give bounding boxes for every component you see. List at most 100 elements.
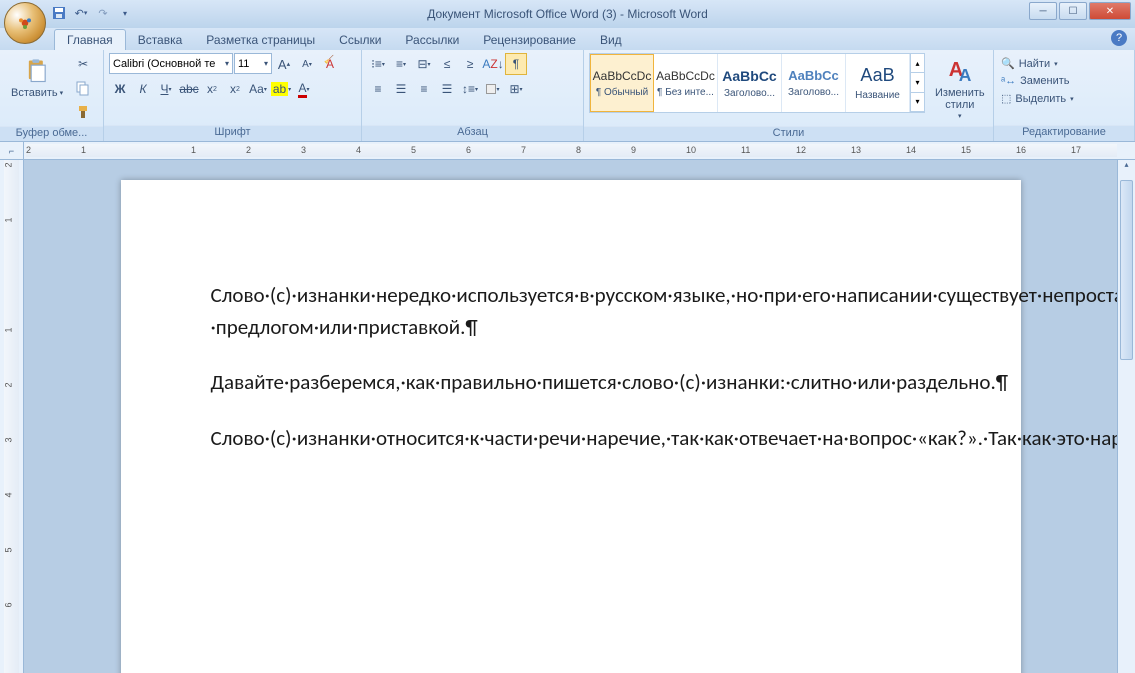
quick-access-toolbar: ↶▾ ↷ ▾ <box>50 4 134 22</box>
ruler-area: ⌐ 211234567891011121314151617 <box>0 142 1135 160</box>
ribbon: Вставить▾ ✂ Буфер обме... Calibri (Основ… <box>0 50 1135 142</box>
page-viewport[interactable]: Слово·(с)·изнанки·нередко·используется·в… <box>24 160 1117 673</box>
group-clipboard: Вставить▾ ✂ Буфер обме... <box>0 50 104 141</box>
style-heading1[interactable]: AaBbCc Заголово... <box>718 54 782 112</box>
ruler-corner[interactable]: ⌐ <box>0 142 24 159</box>
justify-button[interactable]: ☰ <box>436 78 458 100</box>
group-editing: 🔍Найти▾ ᵃ↔Заменить ⬚Выделить▾ Редактиров… <box>994 50 1135 141</box>
gallery-spinner: ▴ ▾ ▾ <box>910 54 924 112</box>
paste-label: Вставить <box>11 87 58 99</box>
strike-button[interactable]: abc <box>178 78 200 100</box>
show-marks-button[interactable]: ¶ <box>505 53 527 75</box>
office-logo-icon <box>17 15 33 31</box>
align-center-button[interactable]: ☰ <box>390 78 412 100</box>
clipboard-label: Буфер обме... <box>0 126 103 141</box>
multilevel-button[interactable]: ⊟▾ <box>413 53 435 75</box>
align-right-button[interactable]: ≡ <box>413 78 435 100</box>
font-group-label: Шрифт <box>104 125 361 141</box>
highlight-button[interactable]: ab▾ <box>270 78 292 100</box>
save-button[interactable] <box>50 4 68 22</box>
tab-references[interactable]: Ссылки <box>327 30 393 50</box>
redo-button[interactable]: ↷ <box>94 4 112 22</box>
style-title[interactable]: АаВ Название <box>846 54 910 112</box>
font-color-button[interactable]: A▾ <box>293 78 315 100</box>
paragraph-2[interactable]: Давайте·разберемся,·как·правильно·пишетс… <box>211 367 931 399</box>
editing-group-label: Редактирование <box>994 125 1134 141</box>
select-icon: ⬚ <box>1001 92 1011 105</box>
increase-indent-button[interactable]: ≥ <box>459 53 481 75</box>
tab-home[interactable]: Главная <box>54 29 126 50</box>
svg-text:A: A <box>959 65 972 85</box>
help-button[interactable]: ? <box>1111 30 1127 46</box>
style-heading2[interactable]: AaBbCc Заголово... <box>782 54 846 112</box>
minimize-button[interactable]: ─ <box>1029 2 1057 20</box>
bullets-button[interactable]: ⁝≡▾ <box>367 53 389 75</box>
change-case-button[interactable]: Aa▾ <box>247 78 269 100</box>
style-nospacing[interactable]: AaBbCcDc ¶ Без инте... <box>654 54 718 112</box>
page: Слово·(с)·изнанки·нередко·используется·в… <box>121 180 1021 673</box>
style-gallery: AaBbCcDc ¶ Обычный AaBbCcDc ¶ Без инте..… <box>589 53 925 113</box>
paragraph-3[interactable]: Слово·(с)·изнанки·относится·к·части·речи… <box>211 423 931 455</box>
qat-customize[interactable]: ▾ <box>116 4 134 22</box>
paste-button[interactable]: Вставить▾ <box>5 53 69 101</box>
tab-mailings[interactable]: Рассылки <box>393 30 471 50</box>
tab-layout[interactable]: Разметка страницы <box>194 30 327 50</box>
font-name-combo[interactable]: Calibri (Основной те▾ <box>109 53 233 74</box>
decrease-indent-button[interactable]: ≤ <box>436 53 458 75</box>
window-title: Документ Microsoft Office Word (3) - Mic… <box>427 7 708 21</box>
numbering-button[interactable]: ≡▾ <box>390 53 412 75</box>
horizontal-ruler[interactable]: 211234567891011121314151617 <box>26 144 1117 157</box>
undo-button[interactable]: ↶▾ <box>72 4 90 22</box>
group-styles: AaBbCcDc ¶ Обычный AaBbCcDc ¶ Без инте..… <box>584 50 994 141</box>
vertical-scrollbar[interactable]: ▴ <box>1117 160 1135 673</box>
shading-button[interactable]: ▾ <box>482 78 504 100</box>
superscript-button[interactable]: x2 <box>224 78 246 100</box>
grow-font-button[interactable]: A▴ <box>273 53 295 75</box>
find-icon: 🔍 <box>1001 57 1015 70</box>
replace-button[interactable]: ᵃ↔Заменить <box>999 74 1072 88</box>
paragraph-group-label: Абзац <box>362 125 583 141</box>
paste-icon <box>21 55 53 87</box>
sort-button[interactable]: AZ↓ <box>482 53 504 75</box>
font-size-combo[interactable]: 11▾ <box>234 53 272 74</box>
title-bar: ↶▾ ↷ ▾ Документ Microsoft Office Word (3… <box>0 0 1135 28</box>
tab-review[interactable]: Рецензирование <box>471 30 588 50</box>
replace-icon: ᵃ↔ <box>1001 75 1016 87</box>
align-left-button[interactable]: ≡ <box>367 78 389 100</box>
shrink-font-button[interactable]: A▾ <box>296 53 318 75</box>
style-normal[interactable]: AaBbCcDc ¶ Обычный <box>590 54 654 112</box>
group-font: Calibri (Основной те▾ 11▾ A▴ A▾ A🧹 Ж К Ч… <box>104 50 362 141</box>
copy-button[interactable] <box>72 77 94 99</box>
underline-button[interactable]: Ч▾ <box>155 78 177 100</box>
bold-button[interactable]: Ж <box>109 78 131 100</box>
cut-button[interactable]: ✂ <box>72 53 94 75</box>
clear-format-button[interactable]: A🧹 <box>319 53 341 75</box>
styles-group-label: Стили <box>584 126 993 141</box>
scroll-thumb[interactable] <box>1120 180 1133 360</box>
window-controls: ─ ☐ ✕ <box>1029 2 1131 20</box>
borders-button[interactable]: ⊞▾ <box>505 78 527 100</box>
copy-icon <box>75 80 91 96</box>
line-spacing-button[interactable]: ↕≡▾ <box>459 78 481 100</box>
italic-button[interactable]: К <box>132 78 154 100</box>
document-area: 21123456 Слово·(с)·изнанки·нередко·испол… <box>0 160 1135 673</box>
group-paragraph: ⁝≡▾ ≡▾ ⊟▾ ≤ ≥ AZ↓ ¶ ≡ ☰ ≡ ☰ ↕≡▾ ▾ ⊞▾ Абз… <box>362 50 584 141</box>
ribbon-tabs: Главная Вставка Разметка страницы Ссылки… <box>0 28 1135 50</box>
format-painter-button[interactable] <box>72 101 94 123</box>
change-styles-icon: AA <box>944 55 976 87</box>
tab-view[interactable]: Вид <box>588 30 634 50</box>
change-styles-button[interactable]: AA Изменить стили▾ <box>929 53 991 123</box>
close-button[interactable]: ✕ <box>1089 2 1131 20</box>
subscript-button[interactable]: x2 <box>201 78 223 100</box>
office-button[interactable] <box>4 2 46 44</box>
gallery-more[interactable]: ▾ <box>911 93 924 112</box>
find-button[interactable]: 🔍Найти▾ <box>999 56 1060 71</box>
scroll-up[interactable]: ▴ <box>1118 160 1135 176</box>
paragraph-1[interactable]: Слово·(с)·изнанки·нередко·используется·в… <box>211 280 931 343</box>
select-button[interactable]: ⬚Выделить▾ <box>999 91 1076 106</box>
maximize-button[interactable]: ☐ <box>1059 2 1087 20</box>
gallery-down[interactable]: ▾ <box>911 73 924 92</box>
vertical-ruler[interactable]: 21123456 <box>0 160 24 673</box>
tab-insert[interactable]: Вставка <box>126 30 195 50</box>
gallery-up[interactable]: ▴ <box>911 54 924 73</box>
